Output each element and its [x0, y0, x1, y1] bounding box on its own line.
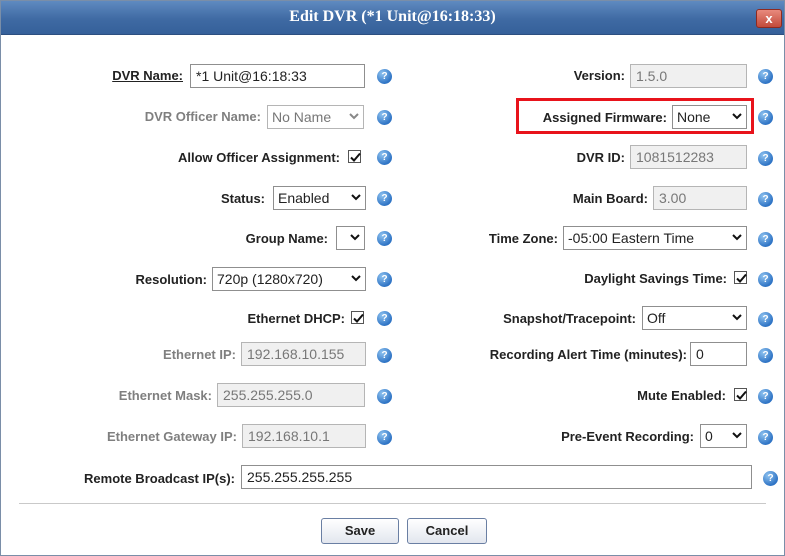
alert-time-label: Recording Alert Time (minutes):: [489, 347, 687, 362]
allow-officer-help-icon[interactable]: ?: [377, 150, 392, 165]
alert-time-input[interactable]: 0: [690, 342, 747, 366]
status-label: Status:: [220, 191, 265, 206]
resolution-help-icon[interactable]: ?: [377, 272, 392, 287]
mute-help-icon[interactable]: ?: [758, 389, 773, 404]
firmware-highlight-box: [516, 98, 754, 134]
ethernet-dhcp-checkbox[interactable]: [351, 311, 364, 324]
chevron-down-icon: [350, 234, 360, 241]
dvr-id-input: 1081512283: [630, 145, 747, 169]
mute-checkbox[interactable]: [734, 388, 747, 401]
ethernet-ip-input: 192.168.10.155: [241, 342, 366, 366]
chevron-down-icon: [732, 432, 742, 439]
pre-event-label: Pre-Event Recording:: [561, 429, 694, 444]
checkmark-icon: [353, 313, 364, 323]
dialog-title: Edit DVR (*1 Unit@16:18:33): [289, 8, 496, 25]
allow-officer-label: Allow Officer Assignment:: [177, 150, 340, 165]
dst-label: Daylight Savings Time:: [584, 271, 727, 286]
snapshot-label: Snapshot/Tracepoint:: [503, 311, 636, 326]
snapshot-help-icon[interactable]: ?: [758, 312, 773, 327]
version-input: 1.5.0: [630, 64, 747, 88]
dvr-id-help-icon[interactable]: ?: [758, 151, 773, 166]
ethernet-gateway-label: Ethernet Gateway IP:: [106, 429, 237, 444]
status-select[interactable]: Enabled: [273, 186, 366, 210]
ethernet-mask-help-icon[interactable]: ?: [377, 389, 392, 404]
group-name-select[interactable]: [336, 226, 365, 250]
version-help-icon[interactable]: ?: [758, 69, 773, 84]
officer-name-select: No Name: [267, 105, 364, 129]
main-board-label: Main Board:: [572, 191, 648, 206]
chevron-down-icon: [351, 194, 361, 201]
broadcast-help-icon[interactable]: ?: [763, 471, 778, 486]
chevron-down-icon: [732, 234, 742, 241]
pre-event-help-icon[interactable]: ?: [758, 430, 773, 445]
allow-officer-checkbox[interactable]: [348, 150, 361, 163]
firmware-help-icon[interactable]: ?: [758, 110, 773, 125]
resolution-select[interactable]: 720p (1280x720): [212, 267, 366, 291]
status-help-icon[interactable]: ?: [377, 191, 392, 206]
snapshot-value: Off: [647, 310, 666, 326]
time-zone-label: Time Zone:: [488, 231, 558, 246]
edit-dvr-dialog: Edit DVR (*1 Unit@16:18:33) x DVR Name: …: [0, 0, 785, 556]
dst-help-icon[interactable]: ?: [758, 272, 773, 287]
dvr-name-label: DVR Name:: [112, 68, 183, 83]
ethernet-gateway-input: 192.168.10.1: [242, 424, 366, 448]
dvr-name-input[interactable]: *1 Unit@16:18:33: [190, 64, 365, 88]
alert-time-help-icon[interactable]: ?: [758, 348, 773, 363]
main-board-input: 3.00: [653, 186, 747, 210]
broadcast-label: Remote Broadcast IP(s):: [84, 471, 235, 486]
time-zone-help-icon[interactable]: ?: [758, 232, 773, 247]
main-board-help-icon[interactable]: ?: [758, 192, 773, 207]
resolution-label: Resolution:: [135, 272, 208, 287]
ethernet-ip-label: Ethernet IP:: [163, 347, 236, 362]
dvr-id-label: DVR ID:: [576, 150, 625, 165]
officer-name-help-icon[interactable]: ?: [377, 110, 392, 125]
mute-label: Mute Enabled:: [637, 388, 726, 403]
pre-event-select[interactable]: 0: [700, 424, 747, 448]
chevron-down-icon: [732, 314, 742, 321]
pre-event-value: 0: [705, 428, 713, 444]
time-zone-select[interactable]: -05:00 Eastern Time: [563, 226, 747, 250]
checkmark-icon: [350, 152, 361, 162]
chevron-down-icon: [351, 275, 361, 282]
dvr-name-help-icon[interactable]: ?: [377, 69, 392, 84]
close-icon[interactable]: x: [756, 9, 782, 28]
group-name-help-icon[interactable]: ?: [377, 231, 392, 246]
ethernet-gateway-help-icon[interactable]: ?: [377, 430, 392, 445]
officer-name-value: No Name: [272, 109, 332, 125]
chevron-down-icon: [349, 113, 359, 120]
checkmark-icon: [736, 390, 747, 400]
version-label: Version:: [573, 68, 625, 83]
ethernet-ip-help-icon[interactable]: ?: [377, 348, 392, 363]
ethernet-mask-label: Ethernet Mask:: [118, 388, 212, 403]
ethernet-mask-input: 255.255.255.0: [217, 383, 365, 407]
time-zone-value: -05:00 Eastern Time: [568, 230, 695, 246]
group-name-label: Group Name:: [245, 231, 328, 246]
resolution-value: 720p (1280x720): [217, 271, 323, 287]
dialog-titlebar: Edit DVR (*1 Unit@16:18:33) x: [1, 1, 784, 35]
officer-name-label: DVR Officer Name:: [144, 109, 261, 124]
dst-checkbox[interactable]: [734, 271, 747, 284]
snapshot-select[interactable]: Off: [642, 306, 747, 330]
checkmark-icon: [736, 273, 747, 283]
cancel-button[interactable]: Cancel: [407, 518, 487, 544]
footer-divider: [19, 503, 766, 504]
ethernet-dhcp-label: Ethernet DHCP:: [247, 311, 345, 326]
save-button[interactable]: Save: [321, 518, 399, 544]
ethernet-dhcp-help-icon[interactable]: ?: [377, 311, 392, 326]
broadcast-input[interactable]: 255.255.255.255: [241, 465, 752, 489]
status-value: Enabled: [278, 190, 330, 206]
